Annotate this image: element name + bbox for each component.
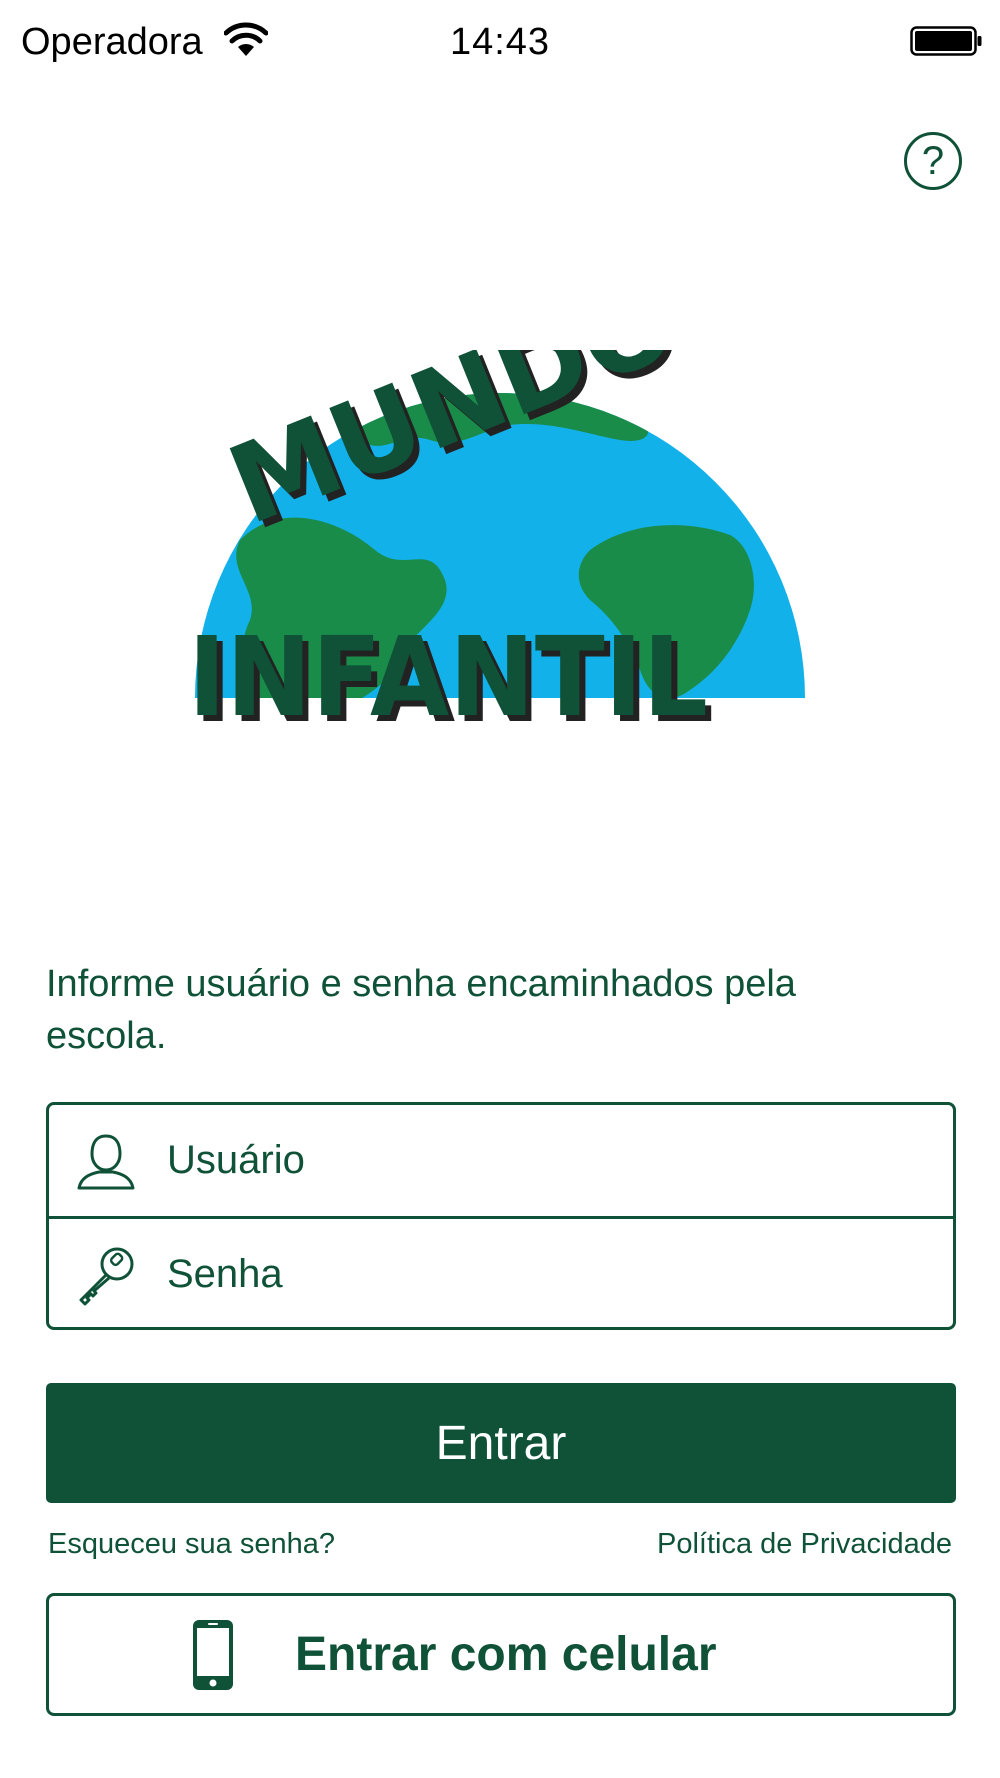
status-time: 14:43 bbox=[449, 21, 551, 63]
password-input[interactable] bbox=[167, 1244, 953, 1305]
logo-word-infantil: INFANTIL bbox=[190, 613, 708, 730]
username-input[interactable] bbox=[167, 1130, 953, 1191]
mundo-infantil-logo: MUNDO INFANTIL MUNDO INFANTIL bbox=[190, 350, 805, 730]
help-button[interactable]: ? bbox=[904, 132, 962, 190]
login-button-label: Entrar bbox=[435, 1416, 567, 1470]
login-form bbox=[46, 1102, 956, 1330]
mobile-phone-icon bbox=[193, 1619, 233, 1690]
login-instruction: Informe usuário e senha encaminhados pel… bbox=[46, 963, 796, 1057]
password-row bbox=[49, 1219, 953, 1330]
key-icon bbox=[79, 1247, 134, 1305]
question-circle-icon: ? bbox=[921, 138, 945, 183]
user-icon bbox=[77, 1133, 135, 1189]
privacy-policy-link[interactable]: Política de Privacidade bbox=[657, 1528, 952, 1561]
battery-icon bbox=[910, 26, 982, 56]
status-bar: Operadora 14:43 bbox=[0, 0, 1000, 84]
forgot-password-link[interactable]: Esqueceu sua senha? bbox=[48, 1528, 335, 1561]
login-button[interactable]: Entrar bbox=[46, 1383, 956, 1503]
username-row bbox=[49, 1105, 953, 1219]
phone-login-label: Entrar com celular bbox=[295, 1628, 717, 1681]
phone-login-button[interactable]: Entrar com celular bbox=[46, 1593, 956, 1716]
